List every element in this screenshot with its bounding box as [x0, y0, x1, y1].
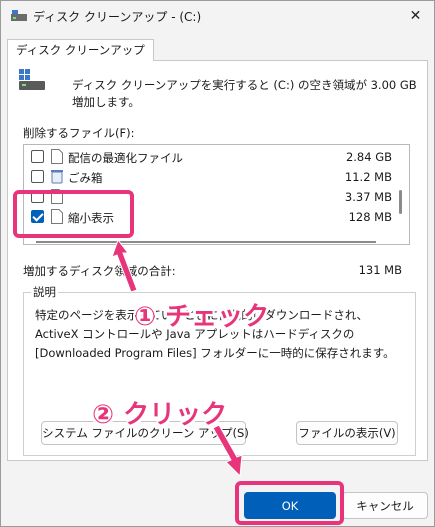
show-files-button[interactable]: ファイルの表示(V) [296, 421, 398, 445]
description-line: [Downloaded Program Files] フォルダーに一時的に保存さ… [35, 346, 395, 360]
total-space-value: 131 MB [358, 263, 402, 277]
list-item[interactable]: 配信の最適化ファイル 2.84 GB [24, 147, 396, 167]
file-size: 11.2 MB [344, 170, 392, 184]
checkbox[interactable] [31, 170, 44, 183]
file-size: 2.84 GB [345, 150, 392, 164]
highlight-thumbnails-row [13, 190, 134, 238]
files-to-delete-label: 削除するファイル(F): [23, 126, 135, 140]
file-size: 128 MB [348, 210, 392, 224]
horizontal-scrollbar[interactable] [36, 241, 376, 243]
annotation-step2: ② クリック [92, 400, 228, 430]
file-name: ごみ箱 [68, 171, 103, 185]
title-bar: ディスク クリーンアップ - (C:) ✕ [1, 1, 434, 31]
drive-icon [19, 69, 45, 90]
list-item[interactable]: ごみ箱 11.2 MB [24, 167, 396, 187]
total-space-label: 増加するディスク領域の合計: [23, 264, 176, 278]
annotation-step1: ① チェック [134, 302, 270, 332]
disk-cleanup-icon [11, 10, 27, 21]
file-size: 3.37 MB [344, 190, 392, 204]
close-button[interactable]: ✕ [397, 1, 434, 31]
checkbox[interactable] [31, 150, 44, 163]
tab-disk-cleanup[interactable]: ディスク クリーンアップ [7, 39, 154, 61]
window-title: ディスク クリーンアップ - (C:) [33, 10, 202, 24]
vertical-scrollbar[interactable] [399, 190, 402, 214]
intro-text: ディスク クリーンアップを実行すると (C:) の空き領域が 3.00 GB 増… [72, 78, 417, 109]
disk-cleanup-window: ディスク クリーンアップ - (C:) ✕ ディスク クリーンアップ ディスク … [0, 0, 435, 527]
description-label: 説明 [31, 284, 58, 300]
file-icon [51, 149, 63, 164]
cancel-button[interactable]: キャンセル [342, 492, 428, 519]
file-name: 配信の最適化ファイル [68, 151, 183, 165]
recycle-bin-icon [51, 170, 63, 184]
highlight-ok-button [235, 481, 344, 525]
